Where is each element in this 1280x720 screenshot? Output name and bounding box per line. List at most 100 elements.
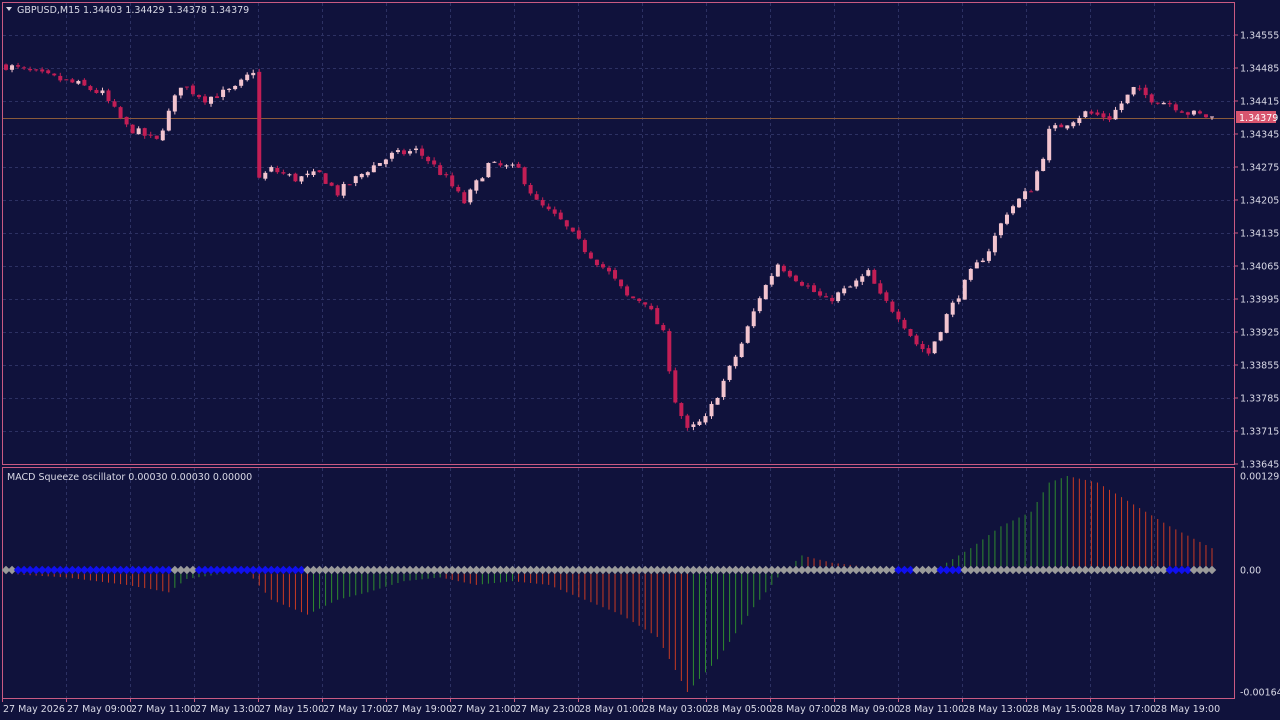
candle-body[interactable] xyxy=(594,259,599,266)
candle-body[interactable] xyxy=(588,252,593,259)
candle-body[interactable] xyxy=(70,79,75,83)
candle-body[interactable] xyxy=(896,311,901,320)
candle-body[interactable] xyxy=(679,403,684,417)
candle-body[interactable] xyxy=(299,176,304,182)
candle-body[interactable] xyxy=(649,305,654,310)
candle-body[interactable] xyxy=(878,283,883,294)
candle-body[interactable] xyxy=(58,75,63,81)
candle-body[interactable] xyxy=(395,150,400,153)
trading-chart[interactable]: 1.34555 1.34485 1.34415 1.34345 1.34275 1.342… xyxy=(0,0,1280,720)
candle-body[interactable] xyxy=(414,148,419,151)
candle-body[interactable] xyxy=(1131,87,1136,95)
candle-body[interactable] xyxy=(890,301,895,312)
candle-body[interactable] xyxy=(1023,191,1028,200)
symbol-header[interactable]: GBPUSD,M15 1.34403 1.34429 1.34378 1.343… xyxy=(6,5,249,16)
candle-body[interactable] xyxy=(444,174,449,176)
candle-body[interactable] xyxy=(1083,111,1088,118)
candle-body[interactable] xyxy=(1041,158,1046,171)
candle-body[interactable] xyxy=(178,87,183,96)
candle-body[interactable] xyxy=(685,415,690,428)
candle-body[interactable] xyxy=(389,152,394,159)
candle-body[interactable] xyxy=(1029,191,1034,193)
candle-body[interactable] xyxy=(787,270,792,277)
candle-body[interactable] xyxy=(136,128,141,135)
candle-body[interactable] xyxy=(1119,103,1124,111)
candle-body[interactable] xyxy=(1203,114,1208,118)
candle-body[interactable] xyxy=(613,270,618,279)
candle-body[interactable] xyxy=(956,298,961,302)
candle-body[interactable] xyxy=(697,421,702,425)
candle-body[interactable] xyxy=(504,165,509,167)
candle-body[interactable] xyxy=(22,67,27,69)
candle-body[interactable] xyxy=(655,308,660,325)
candle-body[interactable] xyxy=(221,89,226,97)
candle-body[interactable] xyxy=(426,156,431,162)
candle-body[interactable] xyxy=(377,163,382,166)
candle-body[interactable] xyxy=(1004,214,1009,224)
candle-body[interactable] xyxy=(812,285,817,292)
candle-body[interactable] xyxy=(1143,87,1148,96)
candle-body[interactable] xyxy=(528,184,533,194)
candle-body[interactable] xyxy=(1011,206,1016,214)
candle-body[interactable] xyxy=(769,276,774,285)
candle-body[interactable] xyxy=(233,85,238,90)
candle-body[interactable] xyxy=(830,297,835,302)
candle-body[interactable] xyxy=(28,68,33,71)
candle-body[interactable] xyxy=(625,286,630,296)
candle-body[interactable] xyxy=(341,184,346,196)
candle-body[interactable] xyxy=(842,288,847,294)
candle-body[interactable] xyxy=(516,163,521,168)
candle-body[interactable] xyxy=(100,90,105,94)
candle-body[interactable] xyxy=(938,332,943,341)
candle-body[interactable] xyxy=(1095,112,1100,115)
candle-body[interactable] xyxy=(914,335,919,345)
candle-body[interactable] xyxy=(1149,94,1154,103)
candle-body[interactable] xyxy=(269,167,274,172)
candle-body[interactable] xyxy=(540,199,545,206)
candle-body[interactable] xyxy=(727,365,732,380)
candle-body[interactable] xyxy=(546,206,551,210)
candle-body[interactable] xyxy=(160,130,165,141)
candle-body[interactable] xyxy=(558,212,563,220)
candle-body[interactable] xyxy=(552,209,557,214)
candle-body[interactable] xyxy=(986,251,991,261)
candle-body[interactable] xyxy=(962,279,967,300)
candle-body[interactable] xyxy=(474,180,479,191)
candle-body[interactable] xyxy=(522,167,527,185)
candle-body[interactable] xyxy=(16,65,21,67)
candle-body[interactable] xyxy=(992,235,997,253)
candle-body[interactable] xyxy=(1077,118,1082,124)
candle-body[interactable] xyxy=(1191,110,1196,115)
candle-body[interactable] xyxy=(1017,198,1022,208)
candle-body[interactable] xyxy=(1101,113,1106,118)
candle-body[interactable] xyxy=(486,163,491,178)
candle-body[interactable] xyxy=(172,95,177,112)
candle-body[interactable] xyxy=(408,151,413,154)
candle-body[interactable] xyxy=(76,81,81,84)
candle-body[interactable] xyxy=(619,279,624,287)
candle-body[interactable] xyxy=(383,159,388,165)
candle-body[interactable] xyxy=(52,73,57,76)
candle-body[interactable] xyxy=(739,343,744,358)
candle-body[interactable] xyxy=(347,184,352,186)
candle-body[interactable] xyxy=(1197,111,1202,114)
candle-body[interactable] xyxy=(1173,104,1178,111)
candle-body[interactable] xyxy=(450,175,455,187)
candle-body[interactable] xyxy=(799,282,804,286)
candle-body[interactable] xyxy=(293,173,298,182)
triangle-down-icon[interactable] xyxy=(6,7,12,11)
candle-body[interactable] xyxy=(824,296,829,298)
candle-body[interactable] xyxy=(884,292,889,301)
candle-body[interactable] xyxy=(184,86,189,88)
candle-body[interactable] xyxy=(836,292,841,302)
candle-body[interactable] xyxy=(968,268,973,280)
candle-body[interactable] xyxy=(854,280,859,287)
candle-body[interactable] xyxy=(872,269,877,284)
time-axis[interactable]: 27 May 2026 27 May 09:0027 May 11:0027 Ma… xyxy=(2,698,1221,715)
candle-body[interactable] xyxy=(1185,112,1190,115)
candle-body[interactable] xyxy=(420,148,425,156)
candle-body[interactable] xyxy=(745,326,750,343)
candle-body[interactable] xyxy=(932,341,937,354)
candle-body[interactable] xyxy=(950,302,955,315)
candle-body[interactable] xyxy=(607,267,611,272)
